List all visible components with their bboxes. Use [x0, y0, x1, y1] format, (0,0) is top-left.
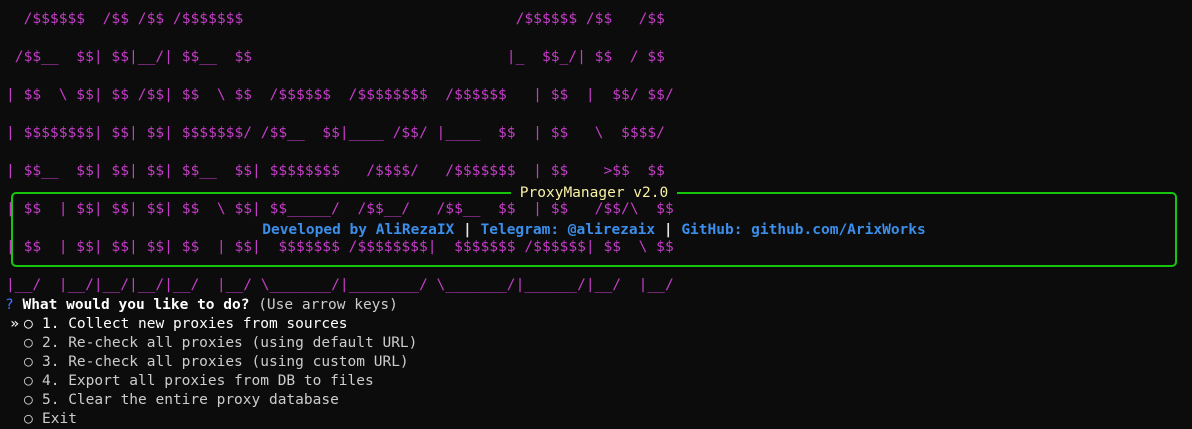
question-mark-icon: ? — [5, 297, 14, 313]
menu-item-label: 2. Re-check all proxies (using default U… — [42, 335, 418, 351]
menu-item-clear-db[interactable]: ○ 5. Clear the entire proxy database — [5, 391, 417, 410]
info-panel: ProxyManager v2.0 Developed by AliRezaIX… — [11, 185, 1177, 267]
radio-circle-icon: ○ — [24, 373, 33, 389]
banner-line: | $$$$$$$$| $$| $$| $$$$$$$/ /$$__ $$|__… — [6, 124, 665, 141]
selection-pointer-icon: » — [10, 316, 19, 332]
separator: | — [463, 222, 472, 238]
menu-item-label: Exit — [42, 411, 77, 427]
menu-item-collect[interactable]: » ○ 1. Collect new proxies from sources — [5, 315, 417, 334]
banner-line: | $$ \ $$| $$ /$$| $$ \ $$ /$$$$$$ /$$$$… — [6, 86, 674, 103]
banner-line: | $$__ $$| $$| $$| $$__ $$| $$$$$$$$ /$$… — [6, 162, 665, 179]
banner-line: |__/ |__/|__/|__/|__/ |__/ \_______/|___… — [6, 276, 674, 293]
panel-title-wrap: ProxyManager v2.0 — [13, 183, 1175, 202]
radio-circle-icon: ○ — [24, 411, 33, 427]
telegram-credit: Telegram: @alirezaix — [480, 222, 656, 238]
menu-item-label: 3. Re-check all proxies (using custom UR… — [42, 354, 409, 370]
github-credit: GitHub: github.com/ArixWorks — [681, 222, 926, 238]
radio-circle-icon: ○ — [24, 354, 33, 370]
credits-line: Developed by AliRezaIX | Telegram: @alir… — [13, 220, 1175, 240]
menu-item-recheck-custom[interactable]: ○ 3. Re-check all proxies (using custom … — [5, 353, 417, 372]
menu-item-label: 1. Collect new proxies from sources — [42, 316, 348, 332]
radio-circle-icon: ○ — [24, 392, 33, 408]
menu-item-export[interactable]: ○ 4. Export all proxies from DB to files — [5, 372, 417, 391]
menu-item-label: 4. Export all proxies from DB to files — [42, 373, 374, 389]
menu-item-label: 5. Clear the entire proxy database — [42, 392, 339, 408]
ascii-banner: /$$$$$$ /$$ /$$ /$$$$$$$ /$$$$$$ /$$ /$$… — [6, 9, 674, 313]
radio-circle-icon: ○ — [24, 316, 33, 332]
menu-item-recheck-default[interactable]: ○ 2. Re-check all proxies (using default… — [5, 334, 417, 353]
banner-line: /$$$$$$ /$$ /$$ /$$$$$$$ /$$$$$$ /$$ /$$ — [6, 10, 665, 27]
menu-item-exit[interactable]: ○ Exit — [5, 410, 417, 429]
panel-title: ProxyManager v2.0 — [510, 185, 678, 201]
menu-prompt: ? What would you like to do? (Use arrow … — [5, 296, 398, 315]
radio-circle-icon: ○ — [24, 335, 33, 351]
action-menu: » ○ 1. Collect new proxies from sources … — [5, 315, 417, 429]
prompt-hint: (Use arrow keys) — [258, 297, 398, 313]
developer-credit: Developed by AliRezaIX — [262, 222, 455, 238]
prompt-question: What would you like to do? — [22, 297, 250, 313]
banner-line: /$$__ $$| $$|__/| $$__ $$ |_ $$_/| $$ / … — [6, 48, 665, 65]
separator: | — [663, 222, 673, 238]
